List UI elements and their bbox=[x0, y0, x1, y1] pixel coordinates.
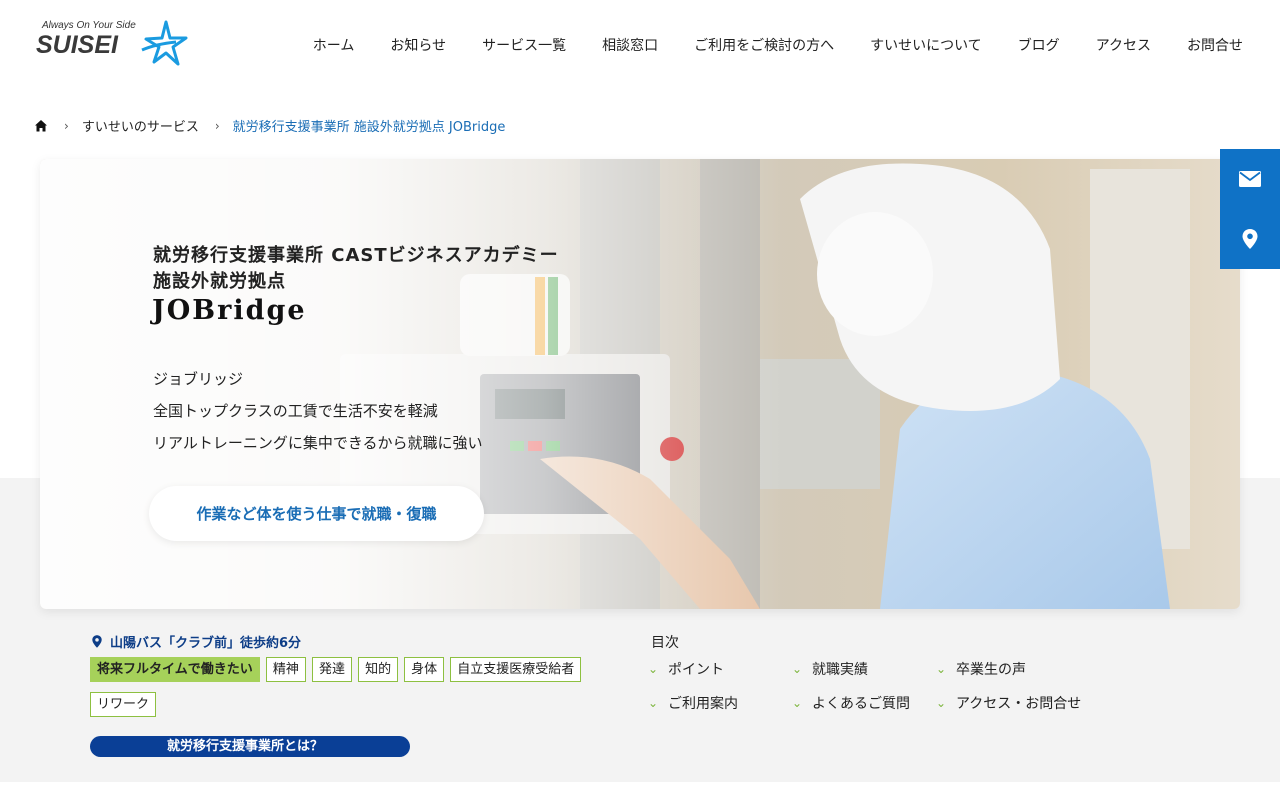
hero-brand-name: JOBridge bbox=[152, 295, 307, 326]
nav-contact[interactable]: お問合せ bbox=[1169, 35, 1243, 55]
toc-label: アクセス・お問合せ bbox=[956, 696, 1082, 712]
toc-label: 就職実績 bbox=[812, 662, 868, 678]
chevron-down-icon: ⌄ bbox=[936, 696, 947, 710]
nav-news[interactable]: お知らせ bbox=[372, 35, 464, 55]
hero-title-line2: 施設外就労拠点 bbox=[153, 271, 286, 292]
toc-item[interactable]: ⌄ 就職実績 bbox=[792, 659, 936, 679]
about-service-link[interactable]: 就労移行支援事業所とは？ bbox=[90, 736, 410, 757]
logo-name: SUISEI bbox=[36, 31, 118, 59]
tag: 将来フルタイムで働きたい bbox=[90, 657, 260, 682]
toc-item[interactable]: ⌄ ポイント bbox=[648, 659, 792, 679]
star-logo-icon bbox=[141, 20, 188, 66]
nav-consultation[interactable]: 相談窓口 bbox=[584, 35, 676, 55]
nav-about[interactable]: すいせいについて bbox=[852, 35, 1000, 55]
toc-label: ポイント bbox=[668, 662, 724, 678]
breadcrumb-current: 就労移行支援事業所 施設外就労拠点 JOBridge bbox=[232, 120, 506, 135]
map-button[interactable] bbox=[1220, 209, 1280, 269]
nav-access[interactable]: アクセス bbox=[1078, 35, 1169, 55]
hero-subtext: ジョブリッジ 全国トップクラスの工賃で生活不安を軽減 リアルトレーニングに集中で… bbox=[153, 363, 483, 459]
chevron-right-icon: › bbox=[64, 118, 69, 133]
site-logo[interactable]: Always On Your Side SUISEI bbox=[36, 20, 196, 70]
breadcrumb-services[interactable]: すいせいのサービス bbox=[82, 116, 199, 135]
access-info: 山陽バス「クラブ前」徒歩約6分 bbox=[92, 632, 301, 651]
chevron-down-icon: ⌄ bbox=[936, 662, 947, 676]
nav-for-prospects[interactable]: ご利用をご検討の方へ bbox=[676, 35, 852, 55]
toc-label: 卒業生の声 bbox=[956, 662, 1026, 678]
hero-category-button[interactable]: 作業など体を使う仕事で就職・復職 bbox=[149, 486, 484, 541]
site-header: Always On Your Side SUISEI ホーム お知らせ サービス… bbox=[0, 0, 1280, 90]
hero-sub-line: リアルトレーニングに集中できるから就職に強い bbox=[153, 434, 483, 452]
logo-tagline: Always On Your Side bbox=[42, 20, 136, 31]
hero-sub-line: ジョブリッジ bbox=[153, 370, 244, 388]
tag: リワーク bbox=[90, 692, 157, 717]
map-pin-icon bbox=[1242, 229, 1258, 249]
chevron-right-icon: › bbox=[214, 118, 220, 133]
hero-sub-line: 全国トップクラスの工賃で生活不安を軽減 bbox=[153, 402, 438, 420]
floating-contact-buttons bbox=[1220, 149, 1280, 269]
tag: 身体 bbox=[404, 657, 445, 682]
hero-title-line1: 就労移行支援事業所 CASTビジネスアカデミー bbox=[153, 245, 559, 266]
hero-banner: 就労移行支援事業所 CASTビジネスアカデミー 施設外就労拠点 JOBridge… bbox=[40, 159, 1240, 609]
nav-services[interactable]: サービス一覧 bbox=[464, 35, 584, 55]
chevron-down-icon: ⌄ bbox=[648, 662, 659, 676]
toc-item[interactable]: ⌄ ご利用案内 bbox=[648, 693, 792, 713]
map-pin-icon bbox=[92, 635, 102, 648]
main-nav: ホーム お知らせ サービス一覧 相談窓口 ご利用をご検討の方へ すいせいについて… bbox=[295, 35, 1243, 55]
nav-home[interactable]: ホーム bbox=[295, 35, 373, 55]
toc-item[interactable]: ⌄ 卒業生の声 bbox=[936, 659, 1106, 679]
access-text: 山陽バス「クラブ前」徒歩約6分 bbox=[110, 636, 302, 651]
mail-icon bbox=[1239, 171, 1261, 187]
breadcrumb: › すいせいのサービス › 就労移行支援事業所 施設外就労拠点 JOBridge bbox=[34, 116, 505, 135]
tag: 発達 bbox=[311, 657, 352, 682]
tag: 精神 bbox=[265, 657, 306, 682]
toc-heading: 目次 bbox=[651, 635, 679, 651]
nav-blog[interactable]: ブログ bbox=[1000, 35, 1078, 55]
chevron-down-icon: ⌄ bbox=[648, 696, 659, 710]
tag: 知的 bbox=[358, 657, 399, 682]
toc-item[interactable]: ⌄ アクセス・お問合せ bbox=[936, 693, 1106, 713]
toc-label: よくあるご質問 bbox=[812, 696, 910, 712]
mail-button[interactable] bbox=[1220, 149, 1280, 209]
feature-tags: 将来フルタイムで働きたい 精神 発達 知的 身体 自立支援医療受給者 リワーク bbox=[90, 657, 590, 727]
table-of-contents: ⌄ ポイント ⌄ 就職実績 ⌄ 卒業生の声 ⌄ ご利用案内 ⌄ よくあるご質問 ⌄ アクセス… bbox=[648, 659, 1108, 713]
hero-title: 就労移行支援事業所 CASTビジネスアカデミー 施設外就労拠点 bbox=[153, 243, 559, 295]
toc-item[interactable]: ⌄ よくあるご質問 bbox=[792, 693, 936, 713]
toc-label: ご利用案内 bbox=[668, 696, 738, 712]
home-icon[interactable] bbox=[34, 119, 48, 133]
tag: 自立支援医療受給者 bbox=[450, 657, 582, 682]
chevron-down-icon: ⌄ bbox=[792, 662, 803, 676]
chevron-down-icon: ⌄ bbox=[792, 696, 803, 710]
